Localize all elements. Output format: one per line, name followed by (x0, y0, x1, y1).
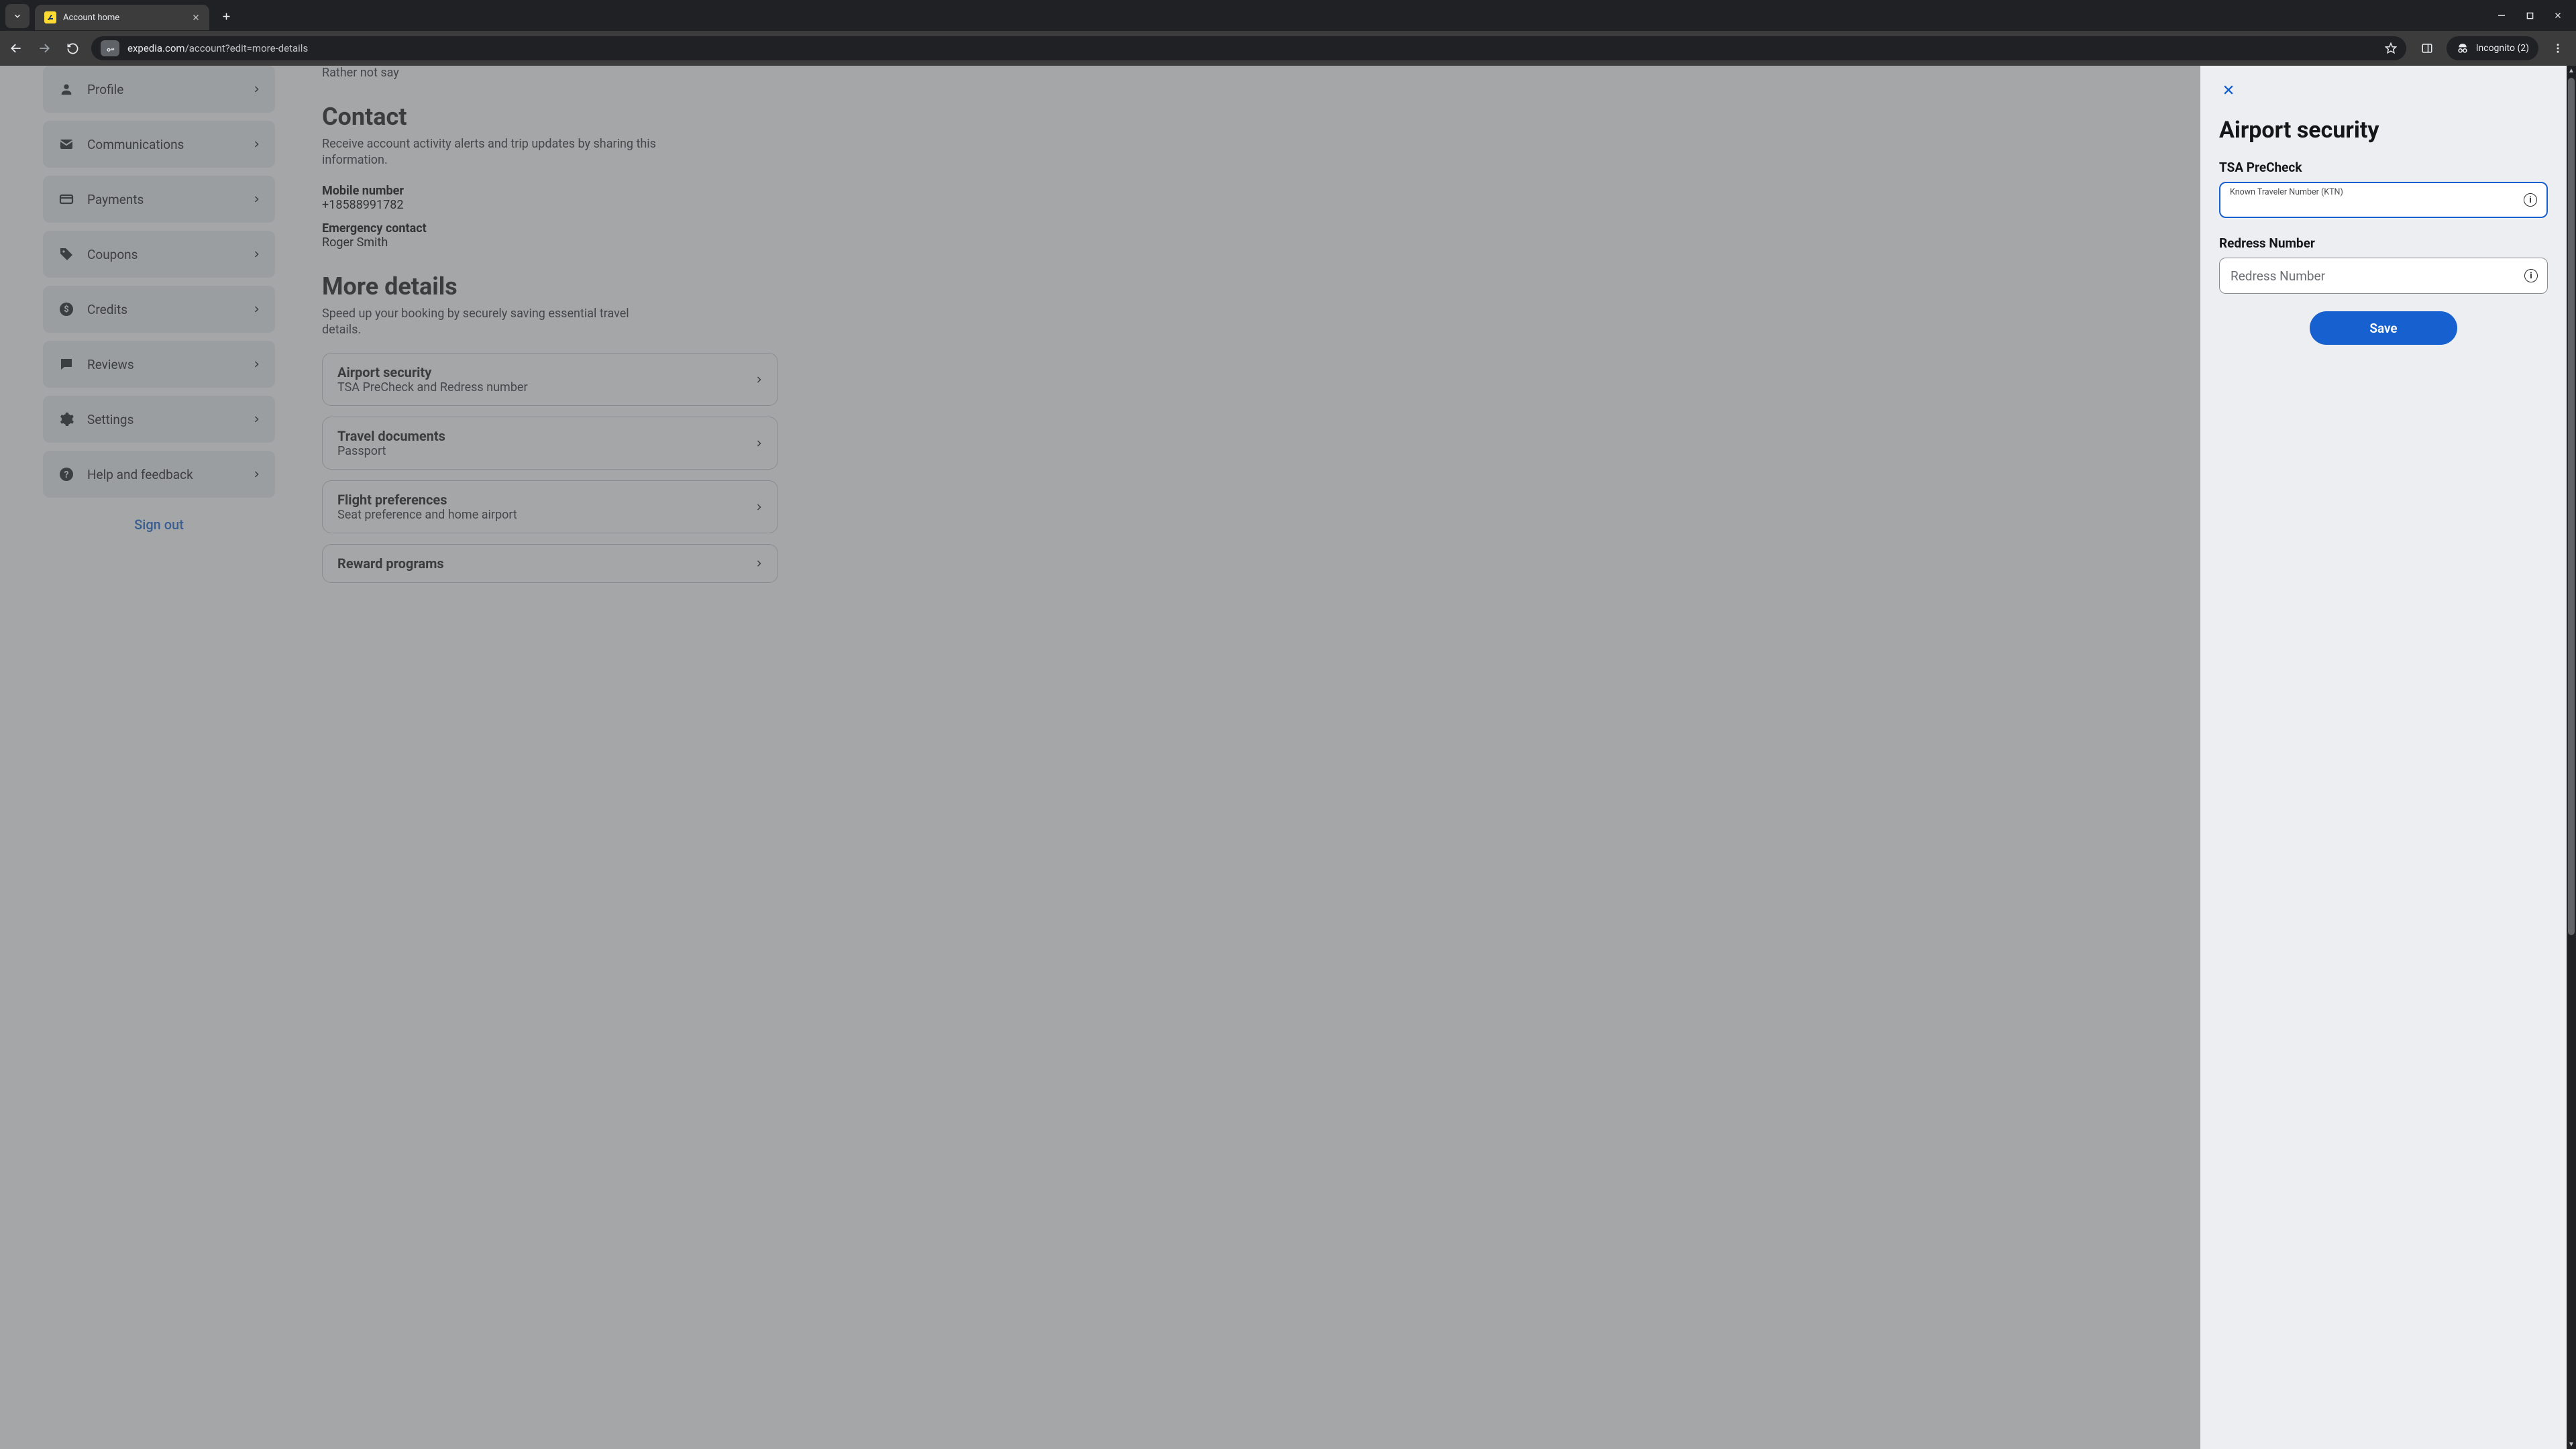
save-button[interactable]: Save (2310, 311, 2457, 345)
side-panel-button[interactable] (2416, 37, 2438, 60)
window-maximize-button[interactable] (2525, 12, 2534, 19)
drawer-title: Airport security (2219, 117, 2548, 144)
expedia-favicon (44, 11, 56, 23)
ktn-input[interactable]: Known Traveler Number (KTN) i (2219, 182, 2548, 218)
incognito-label: Incognito (2) (2476, 43, 2529, 54)
window-close-button[interactable] (2553, 11, 2563, 19)
scroll-up-arrow[interactable]: ▲ (2567, 66, 2576, 75)
url-text: expedia.com/account?edit=more-details (127, 42, 2377, 54)
airport-security-drawer: Airport security TSA PreCheck Known Trav… (2200, 66, 2567, 1449)
page-scrollbar[interactable]: ▲ ▼ (2567, 66, 2576, 1449)
address-bar[interactable]: expedia.com/account?edit=more-details (91, 36, 2406, 60)
bookmark-star-button[interactable] (2385, 42, 2397, 54)
modal-backdrop[interactable] (0, 66, 2576, 1449)
redress-info-icon[interactable]: i (2524, 269, 2538, 282)
incognito-indicator[interactable]: Incognito (2) (2447, 36, 2538, 60)
tab-title: Account home (63, 13, 119, 23)
window-minimize-button[interactable] (2497, 11, 2506, 19)
nav-reload-button[interactable] (63, 39, 82, 58)
browser-toolbar: expedia.com/account?edit=more-details In… (0, 31, 2576, 66)
ktn-info-icon[interactable]: i (2524, 193, 2537, 207)
browser-tab-active[interactable]: Account home (35, 5, 209, 30)
tab-close-button[interactable] (192, 13, 200, 21)
scroll-thumb[interactable] (2568, 78, 2575, 935)
tsa-precheck-label: TSA PreCheck (2219, 160, 2548, 175)
browser-menu-button[interactable] (2546, 37, 2569, 60)
new-tab-button[interactable] (216, 6, 236, 26)
drawer-close-button[interactable] (2219, 80, 2238, 99)
ktn-floating-label: Known Traveler Number (KTN) (2230, 187, 2343, 197)
nav-forward-button[interactable] (35, 39, 54, 58)
scroll-down-arrow[interactable]: ▼ (2567, 1440, 2576, 1449)
site-info-button[interactable] (101, 40, 119, 56)
redress-input[interactable]: Redress Number i (2219, 258, 2548, 294)
browser-titlebar: Account home (0, 0, 2576, 31)
redress-placeholder: Redress Number (2231, 268, 2325, 284)
nav-back-button[interactable] (7, 39, 25, 58)
redress-number-label: Redress Number (2219, 235, 2548, 251)
tab-search-button[interactable] (5, 4, 30, 28)
